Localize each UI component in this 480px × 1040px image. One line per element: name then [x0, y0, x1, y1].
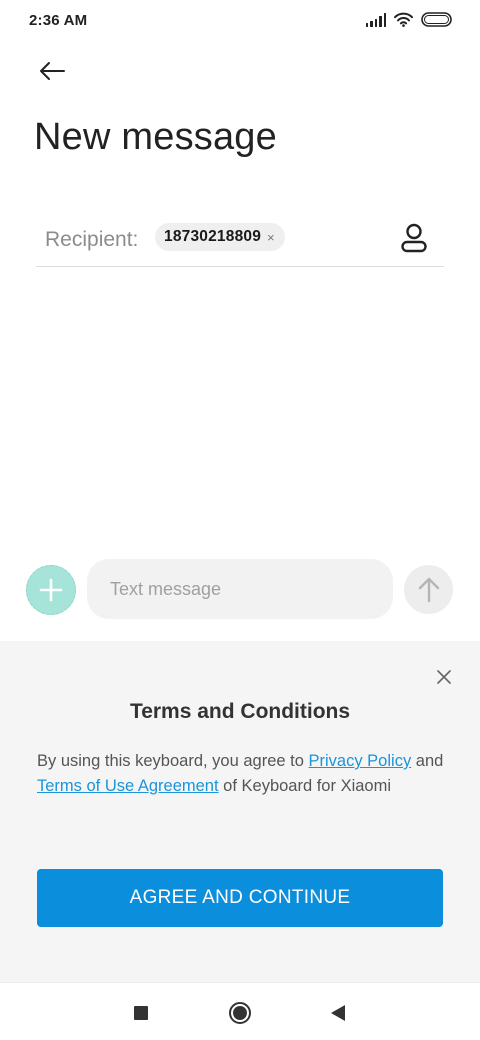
status-time: 2:36 AM	[29, 12, 88, 29]
arrow-up-icon	[418, 577, 439, 602]
contact-picker-button[interactable]	[396, 220, 432, 256]
terms-close-button[interactable]	[432, 665, 456, 689]
square-icon	[134, 1006, 148, 1020]
terms-text-part1: By using this keyboard, you agree to	[37, 752, 309, 770]
new-message-screen: 2:36 AM New message Recipient: 187302188…	[0, 0, 480, 1040]
send-button[interactable]	[404, 565, 453, 614]
recipient-chip[interactable]: 18730218809 ×	[155, 223, 285, 251]
system-nav-bar	[0, 982, 480, 1040]
terms-text: By using this keyboard, you agree to Pri…	[37, 749, 447, 798]
terms-text-part2: and	[411, 752, 444, 770]
status-icons	[365, 12, 453, 27]
nav-home-button[interactable]	[225, 999, 255, 1027]
page-title: New message	[34, 116, 277, 158]
recipient-chip-number: 18730218809	[164, 228, 262, 245]
terms-of-use-link[interactable]: Terms of Use Agreement	[37, 777, 219, 795]
status-bar: 2:36 AM	[0, 0, 480, 44]
terms-text-part3: of Keyboard for Xiaomi	[218, 776, 391, 795]
recipient-label: Recipient:	[45, 228, 139, 251]
back-button[interactable]	[30, 54, 74, 88]
terms-panel: Terms and Conditions By using this keybo…	[0, 641, 480, 982]
attach-button[interactable]	[26, 565, 76, 615]
person-icon	[401, 223, 427, 253]
nav-back-button[interactable]	[323, 999, 353, 1027]
wifi-icon	[394, 12, 413, 27]
message-input[interactable]	[87, 559, 393, 619]
chip-remove-icon[interactable]: ×	[267, 231, 275, 244]
battery-icon	[421, 12, 452, 27]
terms-title: Terms and Conditions	[129, 700, 351, 723]
agree-and-continue-button[interactable]: AGREE AND CONTINUE	[37, 869, 443, 927]
nav-recents-button[interactable]	[126, 999, 156, 1027]
circle-icon	[229, 1002, 251, 1024]
plus-icon	[39, 578, 63, 602]
close-icon	[437, 670, 451, 684]
privacy-policy-link[interactable]: Privacy Policy	[309, 752, 412, 770]
signal-icon	[365, 12, 386, 27]
triangle-back-icon	[331, 1005, 345, 1021]
arrow-left-icon	[40, 62, 65, 80]
recipient-row: Recipient: 18730218809 ×	[36, 214, 444, 267]
